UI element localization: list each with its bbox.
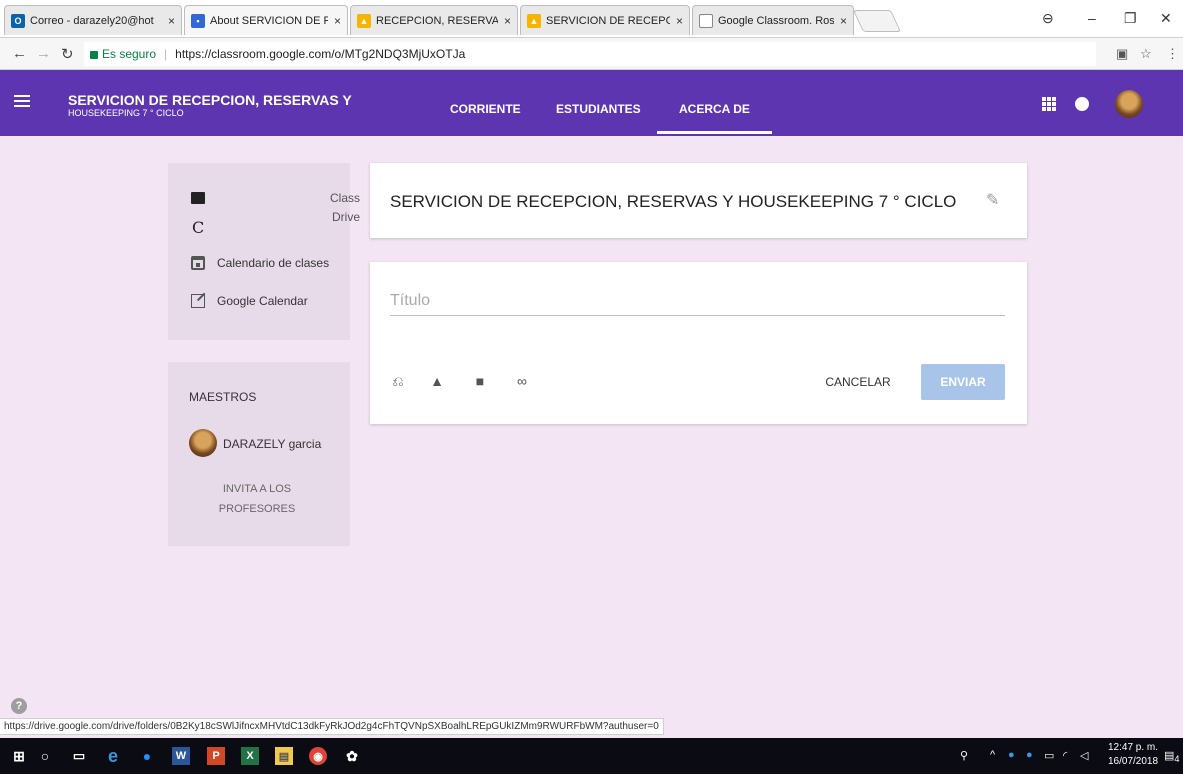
tab-label: RECEPCION, RESERVAS Y — [376, 14, 498, 27]
bluetooth-icon[interactable]: ● — [1008, 749, 1015, 761]
url-text[interactable]: https://classroom.google.com/o/MTg2NDQ3M… — [175, 47, 465, 61]
tab-label: Correo - darazely20@hot — [30, 14, 154, 27]
excel-icon[interactable]: X — [241, 747, 259, 765]
outlook-icon: O — [11, 13, 25, 28]
tab-label: Google Classroom. Rosa — [718, 14, 834, 27]
info-icon[interactable]: ● — [1026, 749, 1033, 761]
paint-icon[interactable]: ✿ — [343, 747, 361, 765]
system-clock[interactable]: 12:47 p. m. 16/07/2018 — [1108, 741, 1158, 769]
status-url: https://drive.google.com/drive/folders/0… — [0, 718, 664, 735]
title-input[interactable] — [390, 286, 1005, 316]
window-close-icon[interactable]: ✕ — [1160, 10, 1172, 27]
back-icon[interactable]: ← — [12, 45, 27, 62]
class-drive-link[interactable]: Class Drive — [316, 189, 360, 227]
apps-grid-icon[interactable] — [1042, 97, 1056, 111]
hamburger-menu-icon[interactable] — [14, 95, 30, 107]
close-icon[interactable]: × — [168, 14, 175, 28]
clock-date: 16/07/2018 — [1108, 756, 1159, 767]
drive-letter: C — [192, 218, 205, 237]
cancel-button[interactable]: CANCELAR — [818, 367, 898, 397]
close-icon[interactable]: × — [840, 14, 847, 28]
page-title: SERVICION DE RECEPCION, RESERVAS Y HOUSE… — [390, 192, 957, 211]
search-icon[interactable]: ○ — [36, 747, 54, 765]
edit-icon[interactable]: ✎ — [986, 190, 1002, 209]
windows-taskbar: ⊞ ○ ▭ e ● W P X ▤ ◉ ✿ ⚲ ^ ● ● ▭ ◜ ◁ 12:4… — [0, 738, 1183, 774]
paperclip-icon[interactable]: ⎌ — [390, 373, 406, 389]
battery-icon[interactable]: ▭ — [1044, 749, 1054, 762]
close-icon[interactable]: × — [334, 14, 341, 28]
external-link-icon — [191, 294, 205, 308]
class-calendar-label: Calendario de clases — [217, 256, 330, 270]
windows-start-icon[interactable]: ⊞ — [10, 747, 28, 765]
close-icon[interactable]: × — [504, 14, 511, 28]
browser-tab-drive-2[interactable]: ▲ SERVICION DE RECEPCIO × — [520, 5, 690, 35]
tab-corriente[interactable]: CORRIENTE — [450, 102, 521, 116]
messaging-icon[interactable]: ● — [138, 747, 156, 765]
minimize-icon[interactable]: – — [1088, 10, 1096, 26]
class-drive-line1: Class — [329, 191, 360, 205]
secure-label: Es seguro — [102, 47, 157, 61]
browser-tab-drive-1[interactable]: ▲ RECEPCION, RESERVAS Y × — [350, 5, 518, 35]
class-subtitle-header: HOUSEKEEPING 7 ° CICLO — [68, 108, 184, 118]
browser-tab-doc[interactable]: Google Classroom. Rosa × — [692, 5, 854, 35]
calendar-icon — [191, 256, 205, 270]
classroom-icon: ▪ — [191, 13, 205, 28]
document-icon — [699, 13, 713, 28]
invite-teachers-button[interactable]: INVITA A LOS PROFESORES — [212, 479, 302, 519]
class-title-header: SERVICION DE RECEPCION, RESERVAS Y — [68, 92, 352, 108]
edge-icon[interactable]: e — [104, 746, 122, 766]
notifications-icon[interactable] — [1075, 97, 1089, 111]
link-icon[interactable]: ∞ — [514, 373, 530, 389]
translate-icon[interactable]: ▣ — [1116, 46, 1128, 62]
menu-dots-icon[interactable]: ⋮ — [1166, 46, 1179, 62]
profile-icon[interactable]: ⊖ — [1042, 10, 1054, 27]
lock-icon — [90, 51, 98, 59]
folder-icon[interactable] — [191, 192, 205, 204]
restore-icon[interactable]: ❐ — [1124, 10, 1137, 27]
avatar — [189, 429, 217, 457]
teacher-name[interactable]: DARAZELY garcia — [223, 437, 321, 451]
class-calendar-link[interactable]: Calendario de clases — [191, 256, 329, 270]
tab-label: About SERVICION DE RE — [210, 14, 328, 27]
tab-estudiantes[interactable]: ESTUDIANTES — [556, 102, 641, 116]
browser-tab-mail[interactable]: O Correo - darazely20@hot × — [4, 5, 182, 35]
address-bar-row: ← → ↻ Es seguro | https://classroom.goog… — [0, 38, 1183, 70]
action-center-icon[interactable]: ▤4 — [1164, 749, 1180, 764]
tab-label: SERVICION DE RECEPCIO — [546, 14, 670, 27]
omnibox[interactable]: Es seguro | https://classroom.google.com… — [84, 42, 1096, 66]
new-tab-button[interactable] — [852, 10, 902, 32]
volume-icon[interactable]: ◁ — [1080, 749, 1088, 762]
separator: | — [164, 47, 168, 61]
task-view-icon[interactable]: ▭ — [70, 747, 88, 765]
people-icon[interactable]: ⚲ — [960, 749, 968, 762]
google-calendar-label: Google Calendar — [217, 294, 308, 308]
drive-icon: ▲ — [527, 13, 541, 28]
classroom-header: SERVICION DE RECEPCION, RESERVAS Y HOUSE… — [0, 70, 1183, 136]
close-icon[interactable]: × — [676, 14, 683, 28]
reload-icon[interactable]: ↻ — [61, 45, 74, 63]
wifi-icon[interactable]: ◜ — [1063, 749, 1067, 762]
class-drive-line2: Drive — [331, 210, 360, 224]
browser-tab-strip: O Correo - darazely20@hot × ▪ About SERV… — [0, 0, 1183, 38]
show-hidden-icons-icon[interactable]: ^ — [990, 749, 995, 761]
teachers-heading: MAESTROS — [189, 390, 257, 404]
help-icon[interactable]: ? — [11, 698, 27, 714]
drive-icon[interactable]: ▲ — [429, 373, 445, 389]
tab-acerca-de[interactable]: ACERCA DE — [657, 102, 772, 134]
youtube-icon[interactable]: ■ — [472, 373, 488, 389]
file-explorer-icon[interactable]: ▤ — [275, 747, 293, 765]
chrome-icon[interactable]: ◉ — [309, 747, 327, 765]
drive-icon: ▲ — [357, 13, 371, 28]
bookmark-star-icon[interactable]: ☆ — [1140, 46, 1152, 62]
browser-tab-about[interactable]: ▪ About SERVICION DE RE × — [184, 5, 348, 35]
forward-icon[interactable]: → — [36, 45, 51, 62]
clock-time: 12:47 p. m. — [1108, 742, 1159, 753]
notification-count: 4 — [1174, 754, 1180, 765]
account-avatar[interactable] — [1115, 90, 1143, 118]
google-calendar-link[interactable]: Google Calendar — [191, 294, 308, 308]
powerpoint-icon[interactable]: P — [207, 747, 225, 765]
word-icon[interactable]: W — [172, 747, 190, 765]
send-button[interactable]: ENVIAR — [921, 364, 1005, 400]
